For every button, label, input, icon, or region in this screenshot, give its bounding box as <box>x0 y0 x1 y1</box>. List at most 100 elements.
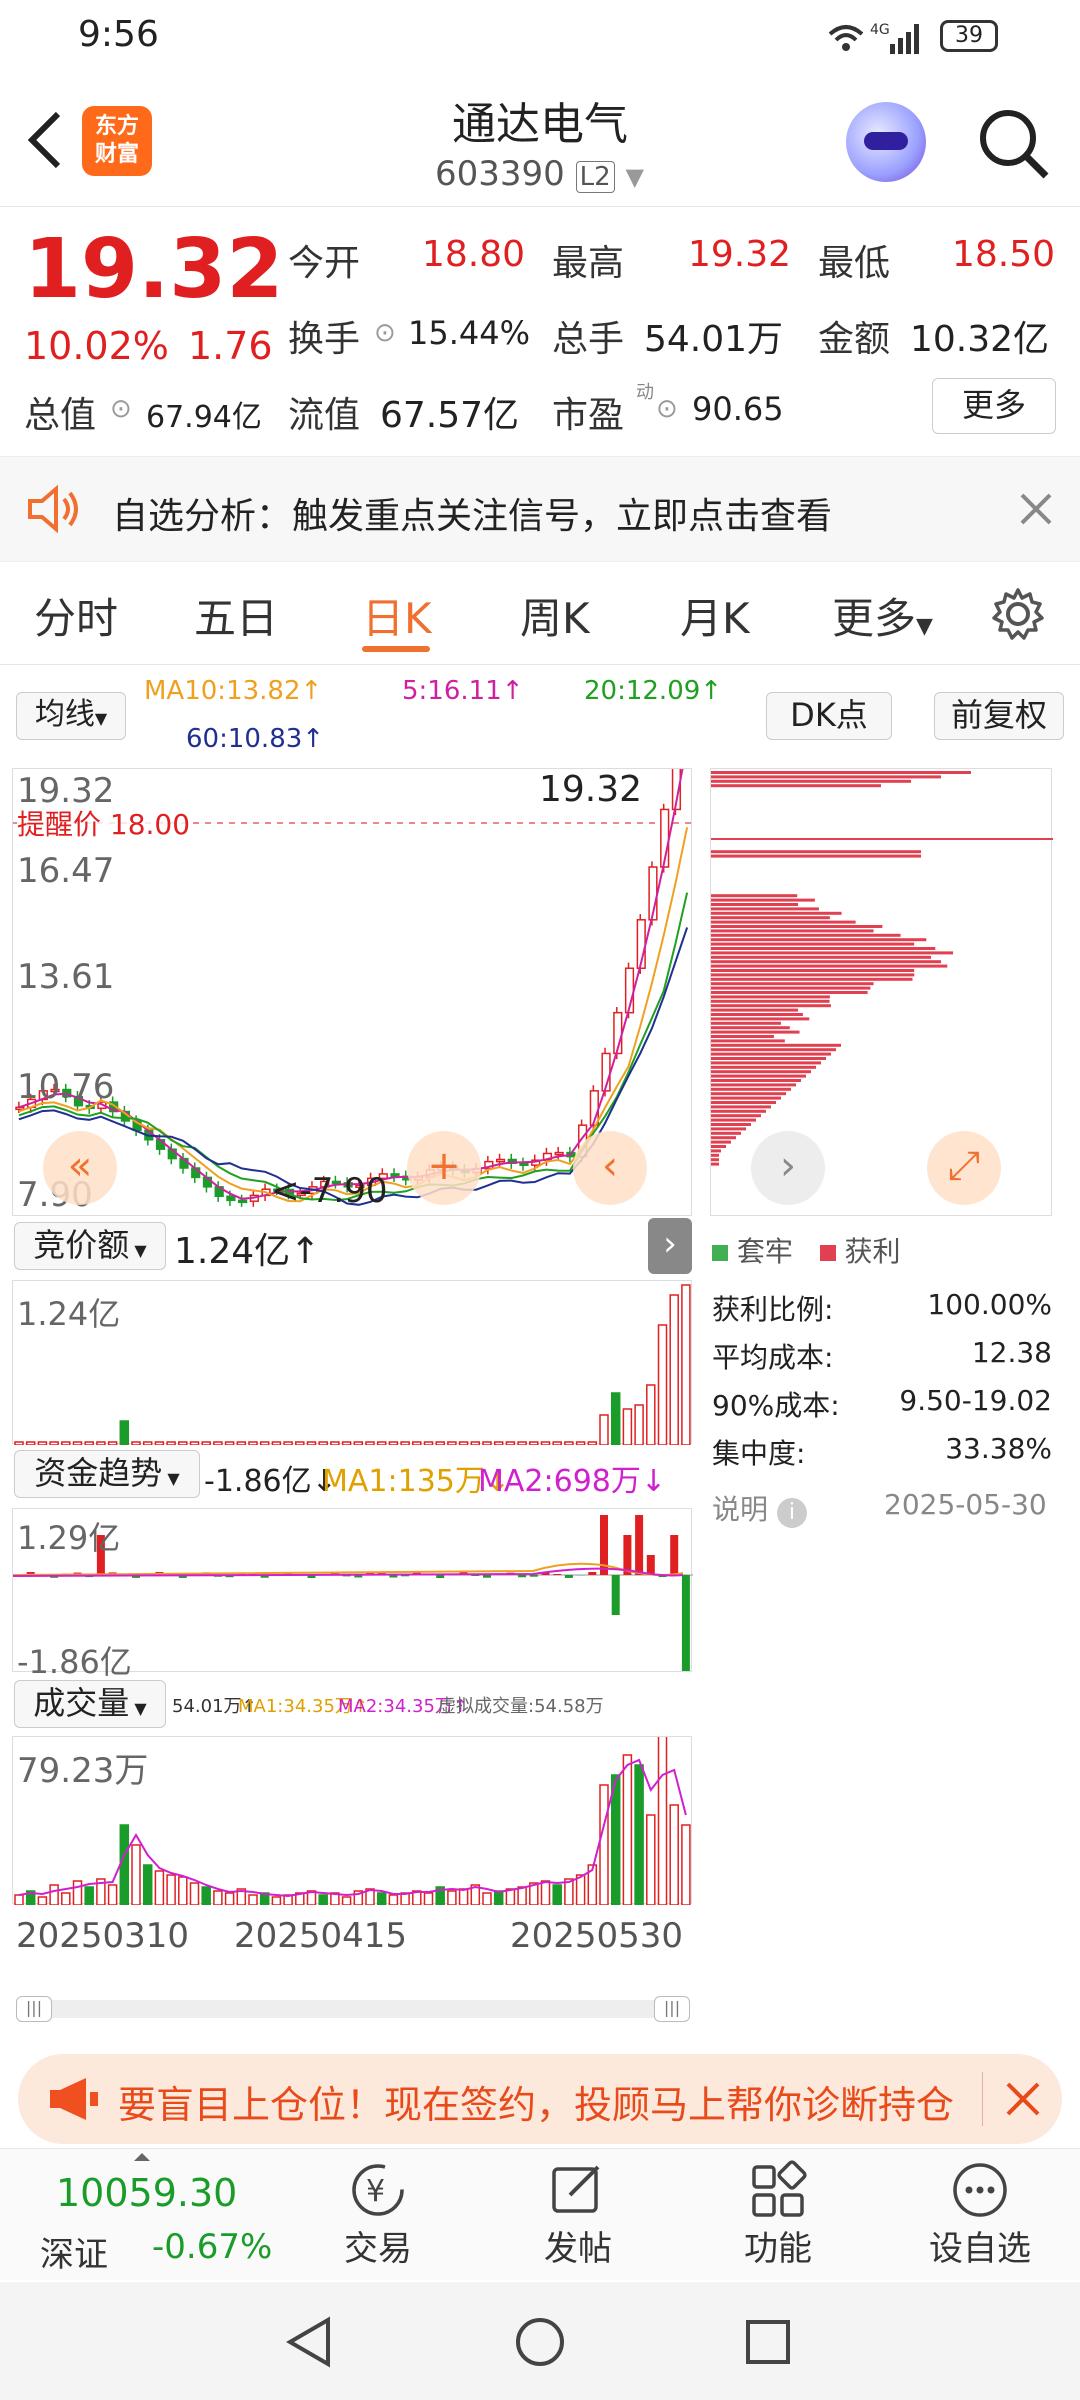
chip-bar <box>711 1065 816 1069</box>
auction-selector[interactable]: 竞价额 ▼ <box>14 1222 166 1270</box>
auction-bar <box>14 1441 24 1445</box>
tab-more[interactable]: 更多▼ <box>832 585 933 646</box>
dk-point-button[interactable]: DK点 <box>766 692 892 740</box>
range-slider[interactable]: ||| ||| <box>16 1996 690 2022</box>
chip-bar <box>711 1114 761 1118</box>
fund-bar <box>635 1515 644 1575</box>
volume-bar <box>447 1890 457 1905</box>
open-value: 18.80 <box>422 234 526 275</box>
ad-banner[interactable]: 要盲目上仓位！现在签约，投顾马上帮你诊断持仓 <box>18 2054 1062 2144</box>
analysis-banner[interactable]: 自选分析：触发重点关注信号，立即点击查看 <box>0 456 1080 562</box>
auction-bar <box>669 1294 679 1445</box>
volume-bar <box>119 1824 130 1905</box>
search-icon[interactable] <box>976 106 1052 182</box>
fund-trend-selector[interactable]: 资金趋势 ▼ <box>14 1450 200 1498</box>
candle-body <box>554 1151 564 1156</box>
tab-weekly-k[interactable]: 周K <box>520 585 590 646</box>
chip-bar <box>711 929 874 933</box>
chip-next-icon[interactable]: › <box>751 1131 825 1205</box>
stock-code[interactable]: 603390 L2 ▼ <box>435 154 644 194</box>
volume-bar <box>517 1886 527 1905</box>
home-circle-icon[interactable] <box>514 2316 566 2368</box>
volume-bar <box>37 1896 48 1905</box>
info-icon[interactable]: ⊙ <box>374 318 396 348</box>
ma-selector[interactable]: 均线▼ <box>16 692 126 740</box>
volume-bar <box>599 1784 609 1905</box>
auction-bar <box>236 1441 247 1445</box>
date-mid: 20250415 <box>234 1916 408 1956</box>
fund-ymin: -1.86亿 <box>17 1643 132 1681</box>
nav-post[interactable]: 发帖 <box>518 2159 638 2270</box>
auction-bar <box>657 1324 668 1445</box>
robot-avatar-icon[interactable] <box>846 102 926 182</box>
nav-trade[interactable]: ¥ 交易 <box>318 2159 438 2270</box>
virtual-volume: 虚拟成交量:54.58万 <box>438 1696 604 1717</box>
nav-add-watchlist[interactable]: 设自选 <box>918 2159 1042 2270</box>
chip-bar <box>711 942 915 946</box>
adjust-button[interactable]: 前复权 <box>934 692 1064 740</box>
volume-bar <box>458 1888 469 1905</box>
volume-bar <box>482 1892 492 1905</box>
auction-bar <box>646 1384 656 1445</box>
date-end: 20250530 <box>510 1916 684 1956</box>
volume-selector[interactable]: 成交量 ▼ <box>14 1680 166 1728</box>
volume-bar <box>84 1886 94 1905</box>
auction-bar <box>505 1441 516 1445</box>
chip-bar <box>711 1052 831 1056</box>
nav-functions[interactable]: 功能 <box>718 2159 838 2270</box>
chip-bar <box>711 925 883 928</box>
expand-icon[interactable]: ⤢ <box>927 1131 1001 1205</box>
crosshair-icon[interactable]: + <box>407 1131 481 1205</box>
range-handle-right[interactable]: ||| <box>654 1996 690 2022</box>
back-triangle-icon[interactable] <box>284 2316 334 2368</box>
chip-bar <box>711 1145 726 1148</box>
chip-bar <box>711 1127 746 1131</box>
high-marker: 19.32 <box>539 769 643 810</box>
close-icon[interactable] <box>1018 491 1054 527</box>
auction-bar <box>412 1441 422 1445</box>
auction-bar <box>259 1441 270 1445</box>
info-icon[interactable]: ⊙ <box>656 394 678 424</box>
chip-bar <box>711 1061 821 1065</box>
chip-note-link[interactable]: 说明 i <box>712 1488 807 1528</box>
chip-bar <box>711 951 954 955</box>
volume-bar <box>154 1870 165 1905</box>
settings-gear-icon[interactable] <box>990 586 1046 642</box>
chip-bar <box>711 1105 771 1109</box>
chip-bar <box>711 960 942 964</box>
volume-bar <box>224 1892 235 1905</box>
alert-price-label[interactable]: 提醒价 18.00 <box>17 803 191 843</box>
chip-distribution-chart[interactable]: › ⤢ <box>710 768 1053 1216</box>
expand-panel-icon[interactable]: › <box>648 1218 692 1274</box>
chip-bar <box>711 1158 719 1162</box>
open-label: 今开 <box>288 243 361 284</box>
chip-bar <box>711 1035 774 1038</box>
volume-bar <box>72 1880 83 1905</box>
index-widget[interactable]: 10059.30 深证 -0.67% <box>0 2149 296 2281</box>
chip-bar <box>711 947 936 950</box>
tab-five-day[interactable]: 五日 <box>194 585 278 646</box>
scroll-left-icon[interactable]: ‹ <box>573 1131 647 1205</box>
chip-bar <box>711 1083 796 1087</box>
tab-intraday[interactable]: 分时 <box>34 585 118 646</box>
chip-bar <box>711 986 871 990</box>
scroll-left-fast-icon[interactable]: « <box>43 1131 117 1205</box>
info-icon[interactable]: ⊙ <box>110 394 132 424</box>
auction-bar <box>353 1441 364 1445</box>
range-handle-left[interactable]: ||| <box>16 1996 52 2022</box>
tab-daily-k[interactable]: 日K <box>362 585 432 646</box>
tab-monthly-k[interactable]: 月K <box>680 585 750 646</box>
turnover-value: 15.44% <box>408 314 531 352</box>
close-icon[interactable] <box>1004 2080 1042 2118</box>
volume-bar <box>622 1754 633 1905</box>
trade-icon: ¥ <box>352 2164 404 2216</box>
fund-bar <box>646 1555 655 1575</box>
chip-bar <box>711 977 913 981</box>
chip-row: 集中度: 33.38% <box>712 1432 1052 1470</box>
kline-chart[interactable]: 19.32 16.47 13.61 10.76 7.90 提醒价 18.00 1… <box>12 768 693 1216</box>
volume-bar <box>646 1814 656 1905</box>
auction-bar <box>482 1441 492 1445</box>
more-quote-button[interactable]: 更多 <box>932 378 1056 434</box>
recents-square-icon[interactable] <box>744 2318 792 2366</box>
chip-bar <box>711 1149 721 1153</box>
